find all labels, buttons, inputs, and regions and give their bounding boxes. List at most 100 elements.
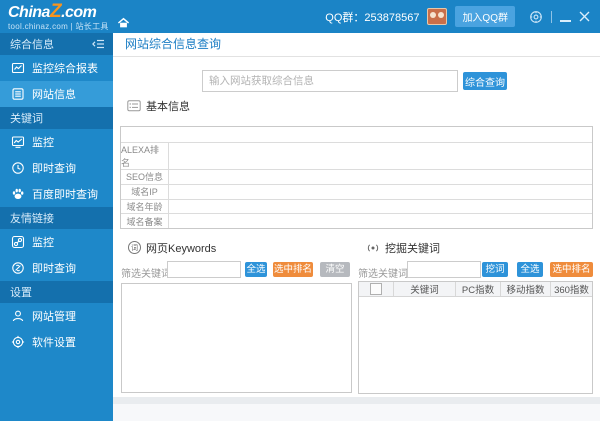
sidebar-item-label: 网站信息	[32, 89, 76, 101]
titlebar-divider	[551, 10, 552, 23]
row-label: ALEXA排名	[121, 143, 169, 169]
basic-info-header: 基本信息	[127, 99, 190, 113]
row-value	[169, 185, 592, 199]
table-row: 域名备案	[121, 213, 592, 228]
section-label: 关键词	[10, 113, 43, 125]
sidebar-item-link-monitor[interactable]: 监控	[0, 229, 113, 255]
clear-button[interactable]: 清空	[320, 262, 350, 277]
report-chart-icon	[11, 61, 25, 75]
link-circle-icon	[11, 261, 25, 275]
sidebar-item-monitor-report[interactable]: 监控综合报表	[0, 55, 113, 81]
document-icon	[11, 87, 25, 101]
table-row: 域名年龄	[121, 198, 592, 214]
page-header: 网站综合信息查询	[113, 33, 600, 57]
page-keywords-filter-input[interactable]	[167, 261, 241, 278]
table-row: 域名IP	[121, 183, 592, 199]
sidebar-item-website-management[interactable]: 网站管理	[0, 303, 113, 329]
row-value	[169, 143, 592, 169]
page-title: 网站综合信息查询	[125, 37, 222, 51]
select-all-button[interactable]: 全选	[517, 262, 543, 277]
list-box-icon	[127, 100, 141, 112]
basic-info-table: ALEXA排名 SEO信息 域名IP 域名年龄 域名备案	[120, 126, 593, 229]
home-icon[interactable]	[117, 17, 130, 29]
mining-keywords-filter-input[interactable]	[407, 261, 481, 278]
comprehensive-query-button[interactable]: 综合查询	[463, 72, 507, 90]
logo-z: Z	[49, 1, 62, 22]
sidebar-item-link-instant-query[interactable]: 即时查询	[0, 255, 113, 281]
select-all-checkbox[interactable]	[370, 283, 382, 295]
sidebar-item-label: 网站管理	[32, 311, 76, 323]
row-label: 域名IP	[121, 184, 169, 199]
sidebar-section-friend-links: 友情链接	[0, 207, 113, 229]
basic-info-summary-row	[121, 127, 592, 142]
titlebar-right-cluster: QQ群：253878567 加入QQ群	[325, 6, 590, 27]
sidebar-item-label: 即时查询	[32, 263, 76, 275]
section-label: 设置	[10, 287, 32, 299]
sidebar-item-baidu-instant-query[interactable]: 百度即时查询	[0, 181, 113, 207]
content-bottom-band	[113, 397, 600, 404]
titlebar: ChinaZ.com tool.chinaz.com | 站长工具 QQ群：25…	[0, 0, 600, 33]
column-header[interactable]: 移动指数	[501, 282, 551, 296]
app-window: ChinaZ.com tool.chinaz.com | 站长工具 QQ群：25…	[0, 0, 600, 421]
table-row: ALEXA排名	[121, 142, 592, 169]
table-row: SEO信息	[121, 169, 592, 184]
chain-link-icon	[11, 235, 25, 249]
logo-brand: ChinaZ.com	[8, 1, 97, 22]
qq-avatar-icon	[427, 8, 448, 25]
row-label: SEO信息	[121, 170, 169, 184]
minimize-button[interactable]	[560, 19, 571, 22]
mine-words-button[interactable]: 挖词	[482, 262, 508, 277]
row-value	[169, 200, 592, 214]
sidebar: 综合信息 监控综合报表 网站信息 关键词 监控 即时查询 百度即时查询 友情链接…	[0, 33, 113, 421]
select-all-button[interactable]: 全选	[245, 262, 267, 277]
line-chart-icon	[11, 135, 25, 149]
sidebar-item-keyword-instant-query[interactable]: 即时查询	[0, 155, 113, 181]
sidebar-item-website-info[interactable]: 网站信息	[0, 81, 113, 107]
close-button[interactable]	[579, 11, 590, 22]
sidebar-section-settings: 设置	[0, 281, 113, 303]
mining-keywords-header: 挖掘关键词	[366, 240, 440, 255]
collapse-menu-icon[interactable]	[92, 38, 105, 50]
row-value	[169, 214, 592, 228]
word-circle-icon: 词	[128, 241, 141, 254]
sidebar-item-keyword-monitor[interactable]: 监控	[0, 129, 113, 155]
sidebar-section-overview: 综合信息	[0, 33, 113, 55]
sidebar-item-label: 软件设置	[32, 337, 76, 349]
row-label: 域名备案	[121, 214, 169, 228]
selected-rank-button[interactable]: 选中排名	[273, 262, 313, 277]
filter-keywords-label: 筛选关键词	[121, 269, 171, 280]
settings-gear-icon[interactable]	[529, 10, 543, 24]
table-header-row: 关键词 PC指数 移动指数 360指数	[359, 282, 592, 297]
column-header[interactable]: 关键词	[394, 282, 456, 296]
selected-rank-button[interactable]: 选中排名	[550, 262, 593, 277]
clock-icon	[11, 161, 25, 175]
qq-group-number: QQ群：253878567	[325, 11, 420, 24]
sidebar-item-label: 百度即时查询	[32, 189, 98, 201]
sidebar-item-software-settings[interactable]: 软件设置	[0, 329, 113, 355]
column-header[interactable]: PC指数	[456, 282, 501, 296]
logo-subtitle: tool.chinaz.com | 站长工具	[8, 22, 109, 31]
column-header[interactable]: 360指数	[551, 282, 592, 296]
page-keywords-list	[121, 283, 352, 393]
sidebar-item-label: 监控	[32, 237, 54, 249]
page-keywords-title: 网页Keywords	[146, 242, 217, 255]
chinaz-logo[interactable]: ChinaZ.com tool.chinaz.com | 站长工具	[8, 2, 109, 31]
sidebar-item-label: 监控	[32, 137, 54, 149]
header-checkbox-cell	[359, 282, 394, 296]
main-content: 网站综合信息查询 综合查询 基本信息 ALEXA排名 SEO信息	[113, 33, 600, 421]
page-keywords-header: 词 网页Keywords	[128, 240, 216, 255]
row-value	[169, 170, 592, 184]
mining-keywords-table: 关键词 PC指数 移动指数 360指数	[358, 281, 593, 394]
gear-icon	[11, 335, 25, 349]
row-label: 域名年龄	[121, 199, 169, 214]
join-qq-button[interactable]: 加入QQ群	[455, 6, 515, 27]
section-label: 综合信息	[10, 39, 54, 51]
filter-keywords-label: 筛选关键词	[358, 269, 408, 280]
baidu-paw-icon	[11, 187, 25, 201]
sidebar-item-label: 监控综合报表	[32, 63, 98, 75]
website-search-input[interactable]	[202, 70, 458, 92]
section-label: 友情链接	[10, 213, 54, 225]
content-bottom-area	[113, 404, 600, 421]
signal-icon	[366, 241, 380, 255]
user-icon	[11, 309, 25, 323]
